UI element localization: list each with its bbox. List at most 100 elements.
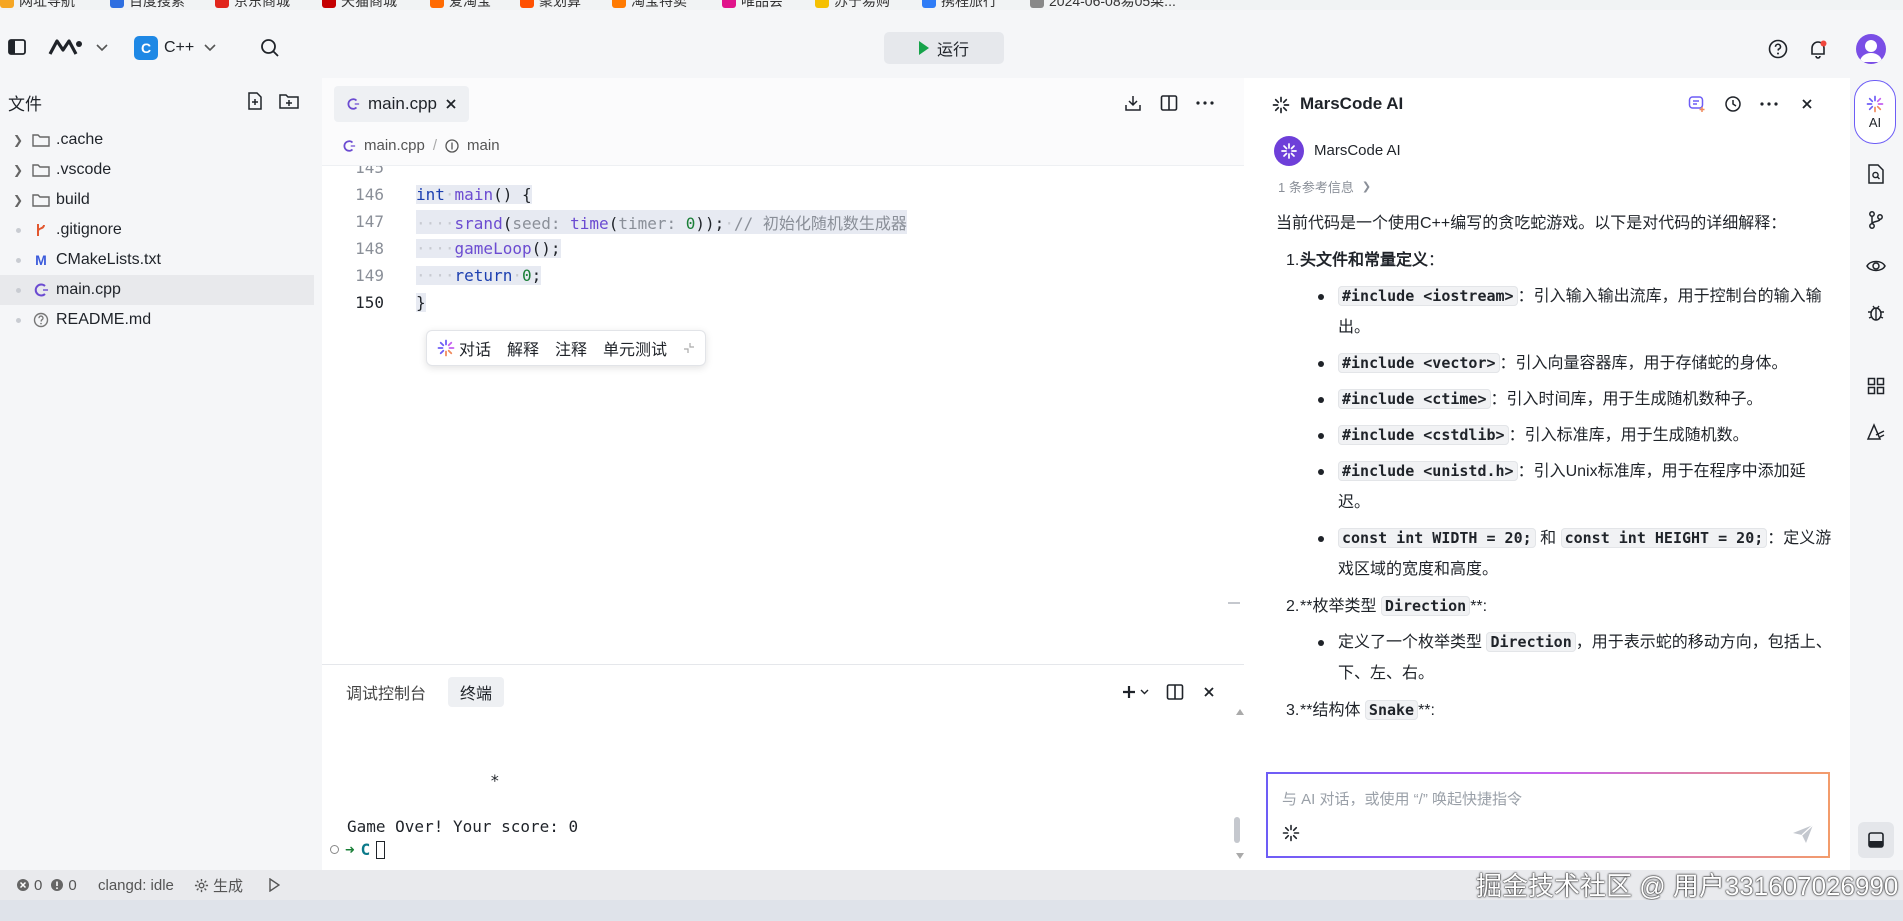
chat-action[interactable]: 对话 (437, 336, 491, 360)
code-line: 148 ····gameLoop(); (355, 239, 561, 258)
scroll-down-icon[interactable] (1236, 853, 1244, 859)
terminal-output: * (490, 771, 500, 790)
tab-main-cpp[interactable]: main.cpp (334, 86, 469, 122)
file-search-icon[interactable] (1862, 160, 1890, 188)
watermark: 掘金技术社区 @ 用户331607026990 (1476, 871, 1899, 901)
bookmark-item[interactable]: 携程旅行 (922, 0, 997, 10)
response-item: const int WIDTH = 20; 和 const int HEIGHT… (1276, 523, 1836, 585)
sparkle-icon[interactable] (1282, 824, 1300, 842)
preview-icon[interactable] (1862, 252, 1890, 280)
sparkle-icon (437, 339, 455, 357)
ai-panel-title: MarsCode AI (1300, 94, 1404, 113)
run-button[interactable]: 运行 (884, 32, 1004, 64)
code-editor[interactable]: 145 146 int·main() { 147 ····srand(seed:… (322, 166, 1244, 656)
bookmark-item[interactable]: 2024-06-08易05菜... (1030, 0, 1176, 10)
terminal-prompt[interactable]: ➜ C (330, 840, 386, 859)
tab-debug-console[interactable]: 调试控制台 (334, 677, 438, 707)
response-intro: 当前代码是一个使用C++编写的贪吃蛇游戏。以下是对代码的详细解释： (1276, 215, 1787, 232)
more-icon[interactable] (1758, 93, 1780, 115)
source-control-icon[interactable] (1862, 206, 1890, 234)
chevron-right-icon: ❯ (12, 193, 24, 207)
new-chat-icon[interactable] (1686, 93, 1708, 115)
sidebar-toggle-icon[interactable] (6, 36, 28, 58)
add-terminal-icon[interactable] (1118, 681, 1152, 703)
search-icon[interactable] (258, 36, 282, 60)
ai-panel: MarsCode AI MarsCode AI 1 条参考信息 ❯ 当前代码是一… (1252, 78, 1850, 870)
language-selector[interactable]: C++ (164, 36, 216, 60)
run-small-icon[interactable] (268, 878, 280, 892)
response-item: #include <ctime> ：引入时间库，用于生成随机数种子。 (1276, 384, 1836, 415)
split-terminal-icon[interactable] (1164, 681, 1186, 703)
lsp-status[interactable]: clangd: idle (98, 877, 174, 894)
collapse-icon[interactable] (683, 342, 695, 354)
terminal-output: Game Over! Your score: 0 (347, 817, 579, 836)
help-icon[interactable] (1766, 37, 1790, 61)
close-icon[interactable] (445, 98, 457, 110)
toggle-panel-button[interactable] (1858, 822, 1894, 858)
notification-bell-icon[interactable] (1806, 37, 1830, 61)
tree-item-cmakelists[interactable]: M CMakeLists.txt (0, 245, 314, 275)
play-icon (918, 41, 929, 55)
bookmark-item[interactable]: 网址导航 (0, 0, 75, 10)
new-folder-icon[interactable] (278, 90, 300, 112)
bookmark-item[interactable]: 京东商城 (215, 0, 290, 10)
close-icon[interactable] (1796, 93, 1818, 115)
response-section: 1. 头文件和常量定义： (1286, 252, 1445, 269)
breadcrumb-symbol[interactable]: main (467, 137, 500, 154)
sparkle-icon (1281, 143, 1297, 159)
bookmark-item[interactable]: 唯品会 (722, 0, 783, 10)
tree-item-gitignore[interactable]: .gitignore (0, 215, 314, 245)
bookmark-item[interactable]: 淘宝特卖 (612, 0, 687, 10)
unit-test-action[interactable]: 单元测试 (603, 336, 667, 360)
split-editor-icon[interactable] (1158, 92, 1180, 114)
git-icon (32, 221, 50, 239)
history-icon[interactable] (1722, 93, 1744, 115)
ai-chat-input[interactable]: 与 AI 对话，或使用 “/” 唤起快捷指令 (1266, 772, 1830, 858)
function-symbol-icon (445, 138, 459, 153)
tab-terminal[interactable]: 终端 (448, 677, 505, 707)
bookmark-item[interactable]: 天猫商城 (322, 0, 397, 10)
bookmark-item[interactable]: 苏宁易购 (815, 0, 890, 10)
chevron-down-icon[interactable] (92, 38, 112, 58)
gear-icon (194, 878, 209, 892)
new-file-icon[interactable] (244, 90, 266, 112)
bookmark-item[interactable]: 爱淘宝 (430, 0, 491, 10)
build-button[interactable]: 生成 (194, 875, 243, 896)
extensions-icon[interactable] (1862, 372, 1890, 400)
response-item: 定义了一个枚举类型 Direction ，用于表示蛇的移动方向，包括上、下、左、右… (1276, 627, 1836, 689)
download-icon[interactable] (1122, 92, 1144, 114)
problems-indicator[interactable]: 0 0 (16, 877, 77, 894)
folder-icon (32, 131, 50, 149)
close-panel-icon[interactable] (1198, 681, 1220, 703)
tree-item-vscode[interactable]: ❯ .vscode (0, 155, 314, 185)
reference-info[interactable]: 1 条参考信息 ❯ (1278, 177, 1371, 196)
comment-action[interactable]: 注释 (555, 336, 587, 360)
terminal-scrollbar[interactable] (1234, 817, 1240, 843)
more-icon[interactable] (1194, 92, 1216, 114)
rail-ai-button[interactable]: AI (1854, 80, 1896, 144)
tree-item-cache[interactable]: ❯ .cache (0, 125, 314, 155)
explain-action[interactable]: 解释 (507, 336, 539, 360)
info-circle-icon (32, 311, 50, 329)
code-line: 147 ····srand(seed: time(timer: 0));·// … (322, 208, 1222, 235)
os-taskbar (0, 900, 1903, 921)
bookmarks-bar: 网址导航 百度搜索 京东商城 天猫商城 爱淘宝 聚划算 淘宝特卖 唯品会 苏宁易… (0, 0, 1903, 10)
send-icon[interactable] (1792, 824, 1814, 844)
code-line: 150 } (355, 293, 426, 312)
response-item: #include <unistd.h> ：引入Unix标准库，用于在程序中添加延迟… (1276, 456, 1836, 518)
file-explorer: 文件 ❯ .cache ❯ .vscode ❯ build .gitignore… (0, 78, 322, 870)
scroll-up-icon[interactable] (1236, 709, 1244, 715)
breadcrumb-file[interactable]: main.cpp (364, 137, 425, 154)
response-item: #include <vector> ：引入向量容器库，用于存储蛇的身体。 (1276, 348, 1836, 379)
marscode-logo-icon[interactable] (46, 34, 86, 60)
tree-item-main-cpp[interactable]: main.cpp (0, 275, 314, 305)
user-avatar[interactable] (1856, 34, 1886, 64)
tree-item-readme[interactable]: README.md (0, 305, 314, 335)
bookmark-item[interactable]: 百度搜索 (110, 0, 185, 10)
deploy-icon[interactable] (1862, 418, 1890, 446)
chevron-right-icon: ❯ (1361, 181, 1372, 193)
tree-item-build[interactable]: ❯ build (0, 185, 314, 215)
bookmark-item[interactable]: 聚划算 (520, 0, 581, 10)
editor-scrollbar[interactable] (1228, 602, 1240, 604)
debug-icon[interactable] (1862, 298, 1890, 326)
